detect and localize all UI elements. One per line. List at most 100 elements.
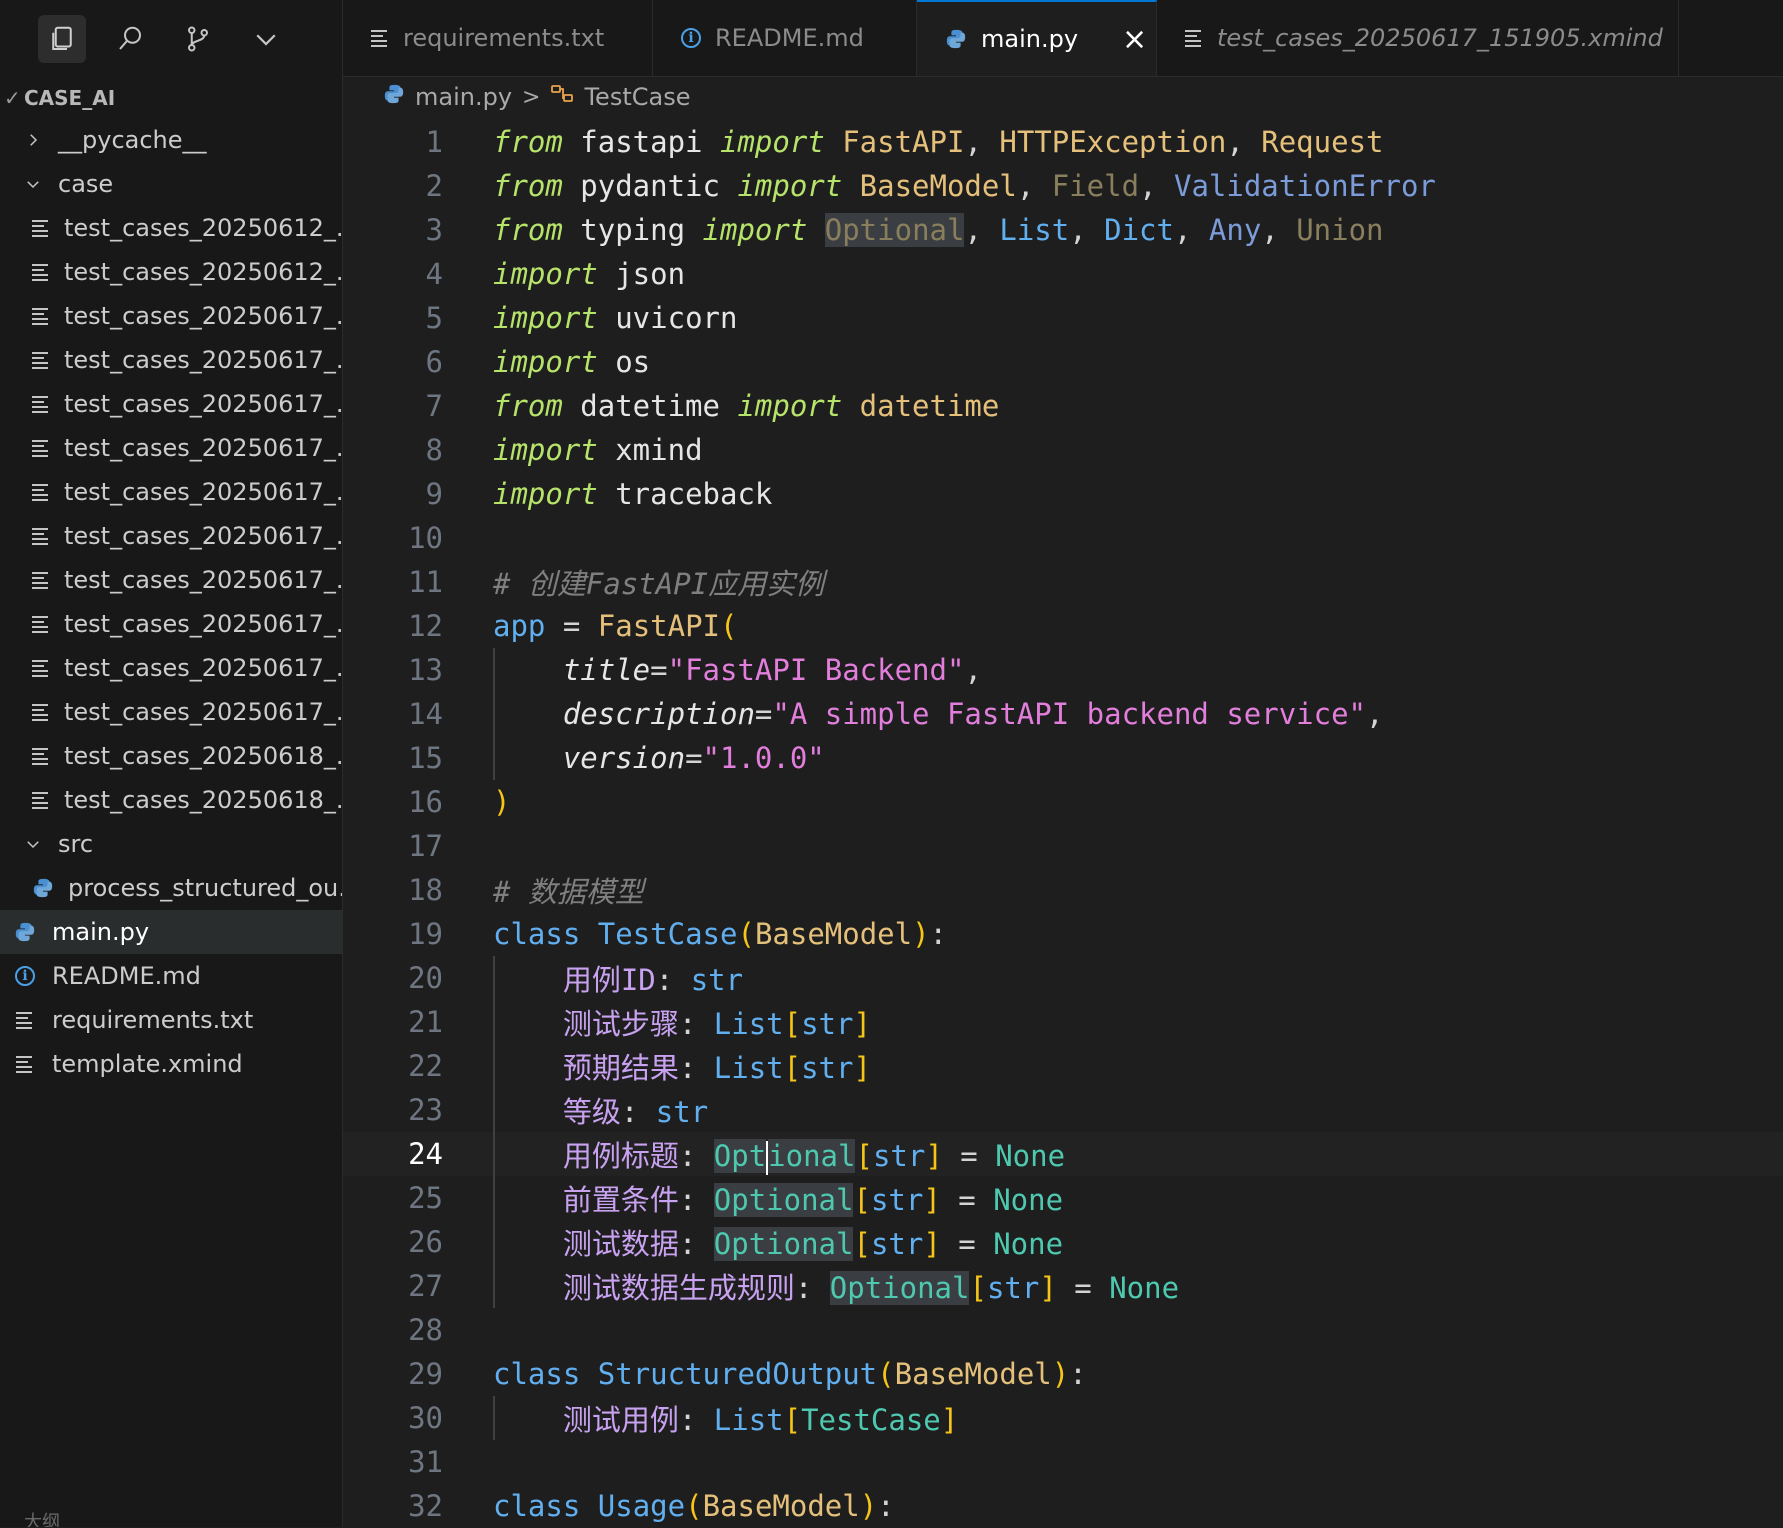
- code-line[interactable]: 18 # 数据模型: [343, 868, 1783, 912]
- code-line[interactable]: 32 class Usage(BaseModel):: [343, 1484, 1783, 1528]
- tree-file[interactable]: test_cases_20250617_...: [0, 690, 342, 734]
- line-number: 13: [408, 653, 443, 687]
- close-icon[interactable]: ×: [1122, 22, 1147, 57]
- code-token: str: [986, 1271, 1040, 1305]
- tree-file[interactable]: test_cases_20250618_...: [0, 778, 342, 822]
- tree-file[interactable]: i README.md: [0, 954, 342, 998]
- code-line[interactable]: 23 等级: str: [343, 1088, 1783, 1132]
- code-line[interactable]: 2 from pydantic import BaseModel, Field, …: [343, 164, 1783, 208]
- tree-file[interactable]: test_cases_20250617_...: [0, 558, 342, 602]
- code-token: traceback: [597, 477, 773, 511]
- tab-readme[interactable]: i README.md: [653, 0, 917, 76]
- code-line[interactable]: 31: [343, 1440, 1783, 1484]
- tree-file[interactable]: test_cases_20250617_...: [0, 470, 342, 514]
- code-line[interactable]: 4 import json: [343, 252, 1783, 296]
- code-token: from: [493, 169, 563, 203]
- file-tree: __pycache__ case test_cases_20250612_... te…: [0, 118, 342, 1086]
- code-line[interactable]: 21 测试步骤: List[str]: [343, 1000, 1783, 1044]
- tree-folder[interactable]: case: [0, 162, 342, 206]
- code-line[interactable]: 11 # 创建FastAPI应用实例: [343, 560, 1783, 604]
- tree-file[interactable]: test_cases_20250618_...: [0, 734, 342, 778]
- breadcrumb-file[interactable]: main.py: [415, 83, 512, 111]
- tree-item-label: test_cases_20250617_...: [64, 654, 342, 682]
- chevron-down-icon[interactable]: [242, 15, 290, 63]
- code-token: None: [993, 1227, 1064, 1261]
- explorer-sidebar: ✓ CASE_AI __pycache__ case test_cases_2025…: [0, 0, 343, 1527]
- code-line[interactable]: 25 前置条件: Optional[str] = None: [343, 1176, 1783, 1220]
- tab-requirements[interactable]: requirements.txt: [343, 0, 653, 76]
- code-line[interactable]: 9 import traceback: [343, 472, 1783, 516]
- activity-bar: [0, 0, 342, 78]
- line-number: 6: [425, 345, 443, 379]
- line-number: 12: [408, 609, 443, 643]
- search-icon[interactable]: [106, 15, 154, 63]
- code-text: 测试数据生成规则: Optional[str] = None: [493, 1265, 1179, 1307]
- code-line[interactable]: 17: [343, 824, 1783, 868]
- code-text: 测试步骤: List[str]: [493, 1001, 871, 1043]
- code-token: FastAPI: [597, 609, 720, 643]
- tree-item-label: requirements.txt: [52, 1006, 254, 1034]
- tree-folder[interactable]: src: [0, 822, 342, 866]
- class-symbol-icon: [550, 83, 574, 111]
- code-line[interactable]: 28: [343, 1308, 1783, 1352]
- line-number: 4: [425, 257, 443, 291]
- line-number: 23: [408, 1093, 443, 1127]
- tree-file[interactable]: test_cases_20250617_...: [0, 426, 342, 470]
- tab-xmind[interactable]: test_cases_20250617_151905.xmind: [1157, 0, 1679, 76]
- tree-file[interactable]: test_cases_20250617_...: [0, 382, 342, 426]
- code-line[interactable]: 13 title="FastAPI Backend",: [343, 648, 1783, 692]
- code-line[interactable]: 5 import uvicorn: [343, 296, 1783, 340]
- code-token: BaseModel: [754, 917, 913, 951]
- code-token: :: [678, 1227, 714, 1261]
- code-line[interactable]: 29 class StructuredOutput(BaseModel):: [343, 1352, 1783, 1396]
- tab-main-py[interactable]: main.py ×: [917, 0, 1157, 76]
- code-line[interactable]: 1 from fastapi import FastAPI, HTTPExcept…: [343, 120, 1783, 164]
- tree-item-label: test_cases_20250617_...: [64, 698, 342, 726]
- tree-folder[interactable]: __pycache__: [0, 118, 342, 162]
- code-line[interactable]: 12 app = FastAPI(: [343, 604, 1783, 648]
- code-line[interactable]: 27 测试数据生成规则: Optional[str] = None: [343, 1264, 1783, 1308]
- tree-file[interactable]: test_cases_20250617_...: [0, 514, 342, 558]
- code-line[interactable]: 22 预期结果: List[str]: [343, 1044, 1783, 1088]
- code-line[interactable]: 6 import os: [343, 340, 1783, 384]
- source-control-icon[interactable]: [174, 15, 222, 63]
- outline-section-label[interactable]: 大纲: [24, 1508, 60, 1527]
- code-token: (: [720, 609, 738, 643]
- tree-file[interactable]: main.py: [0, 910, 342, 954]
- tree-file[interactable]: requirements.txt: [0, 998, 342, 1042]
- code-token: None: [1109, 1271, 1180, 1305]
- tree-file[interactable]: test_cases_20250617_...: [0, 338, 342, 382]
- code-text: description="A simple FastAPI backend se…: [493, 697, 1384, 731]
- code-line[interactable]: 19 class TestCase(BaseModel):: [343, 912, 1783, 956]
- code-line[interactable]: 20 用例ID: str: [343, 956, 1783, 1000]
- code-line[interactable]: 16): [343, 780, 1783, 824]
- code-token: import: [493, 477, 598, 511]
- code-line[interactable]: 3 from typing import Optional, List, Dict…: [343, 208, 1783, 252]
- code-token: ]: [853, 1007, 871, 1041]
- python-icon: [32, 877, 54, 899]
- breadcrumb-symbol[interactable]: TestCase: [584, 83, 690, 111]
- lines-icon: [32, 747, 50, 765]
- explorer-root[interactable]: ✓ CASE_AI: [0, 78, 342, 118]
- code-line[interactable]: 7 from datetime import datetime: [343, 384, 1783, 428]
- code-line[interactable]: 24 用例标题: Optional[str] = None: [343, 1132, 1783, 1176]
- code-line[interactable]: 14 description="A simple FastAPI backend…: [343, 692, 1783, 736]
- tree-file[interactable]: test_cases_20250612_...: [0, 250, 342, 294]
- code-token: =: [650, 653, 668, 687]
- tree-file[interactable]: test_cases_20250617_...: [0, 602, 342, 646]
- tree-file[interactable]: test_cases_20250617_...: [0, 294, 342, 338]
- code-line[interactable]: 8 import xmind: [343, 428, 1783, 472]
- tree-file[interactable]: template.xmind: [0, 1042, 342, 1086]
- code-token: xmind: [597, 433, 703, 467]
- code-line[interactable]: 10: [343, 516, 1783, 560]
- explorer-icon[interactable]: [38, 15, 86, 63]
- code-line[interactable]: 26 测试数据: Optional[str] = None: [343, 1220, 1783, 1264]
- tree-file[interactable]: test_cases_20250617_...: [0, 646, 342, 690]
- tree-item-label: test_cases_20250618_...: [64, 742, 342, 770]
- code-editor[interactable]: 1 from fastapi import FastAPI, HTTPExcept…: [343, 120, 1783, 1527]
- code-line[interactable]: 30 测试用例: List[TestCase]: [343, 1396, 1783, 1440]
- code-line[interactable]: 15 version="1.0.0": [343, 736, 1783, 780]
- tree-file[interactable]: process_structured_ou...: [0, 866, 342, 910]
- tree-file[interactable]: test_cases_20250612_...: [0, 206, 342, 250]
